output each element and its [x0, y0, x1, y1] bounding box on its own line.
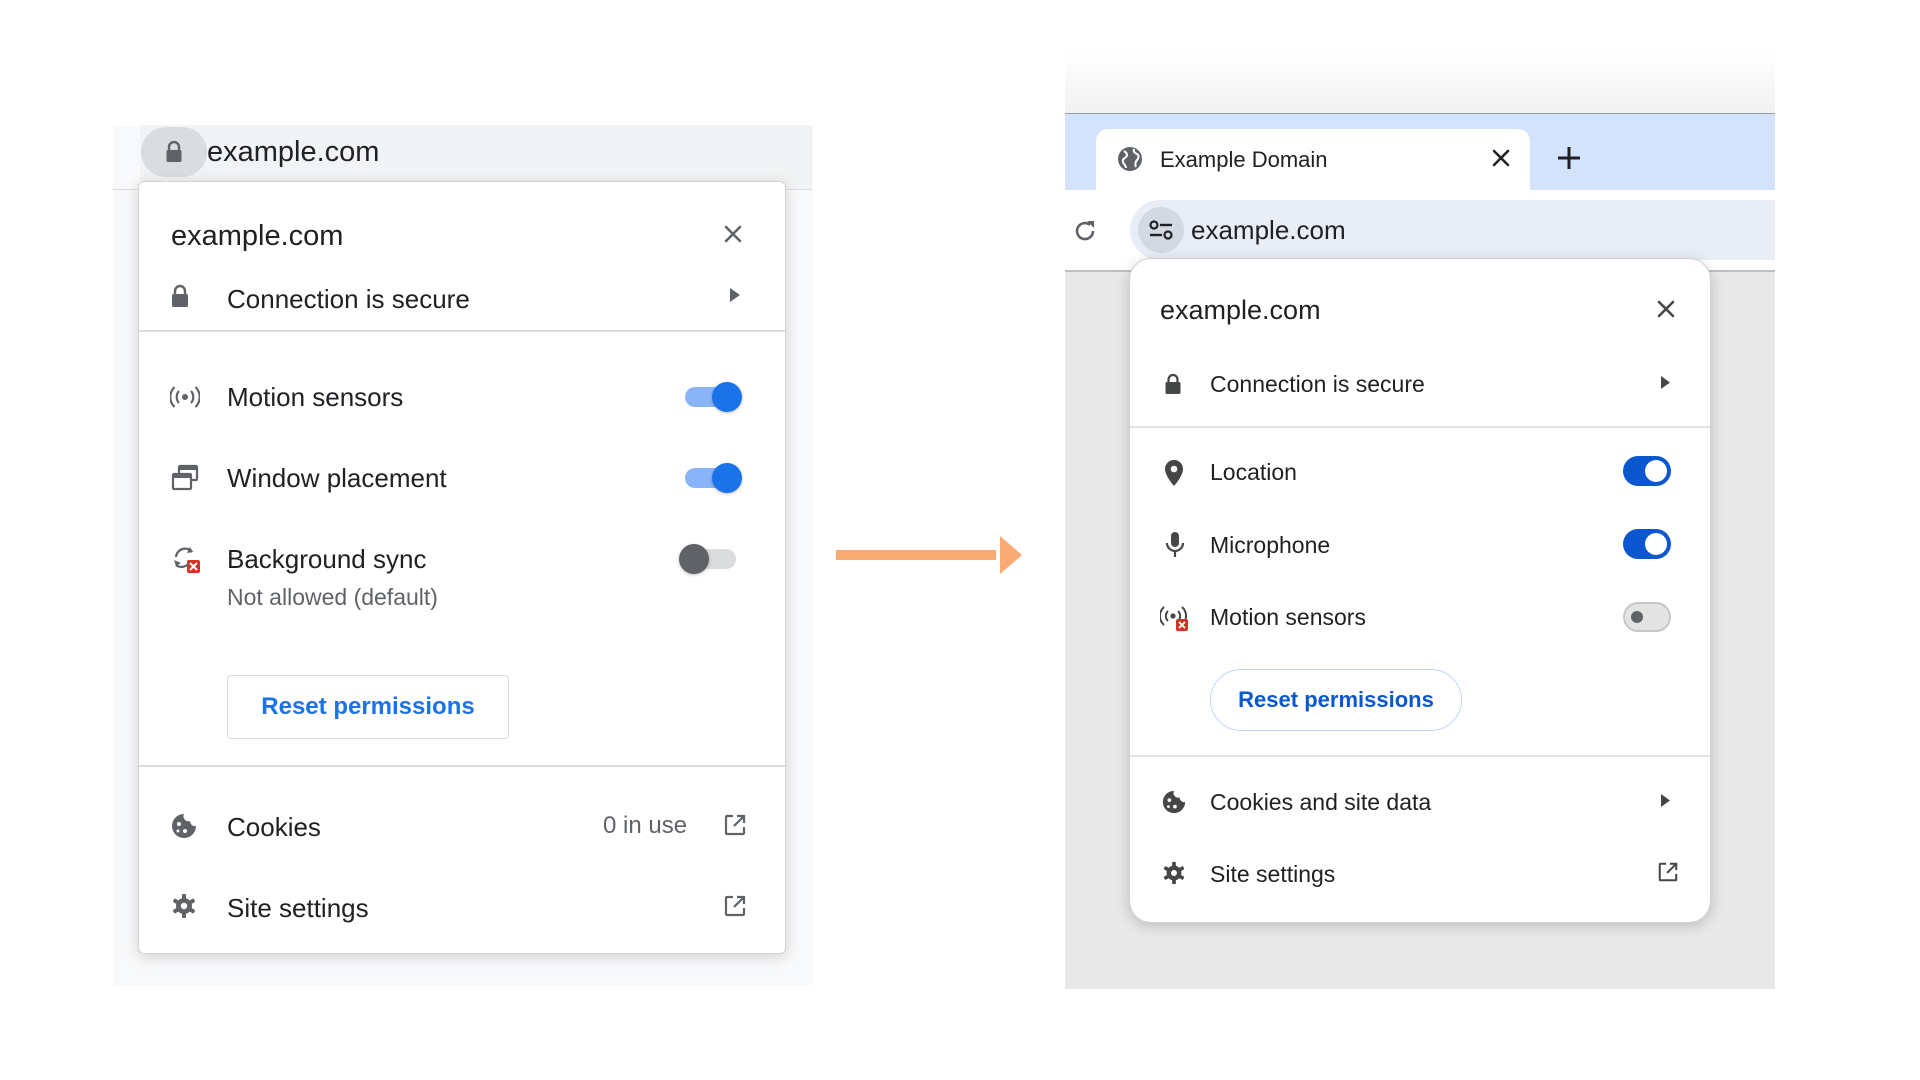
- chevron-right-icon: [1660, 793, 1671, 808]
- microphone-toggle[interactable]: [1623, 529, 1671, 559]
- new-connection-label: Connection is secure: [1210, 371, 1425, 397]
- window-placement-icon: [171, 464, 199, 492]
- external-link-icon: [723, 813, 747, 837]
- tab-example-domain[interactable]: Example Domain: [1096, 129, 1530, 190]
- old-cookies-label: Cookies: [227, 812, 321, 842]
- location-toggle[interactable]: [1623, 456, 1671, 486]
- new-permission-label: Location: [1210, 459, 1297, 485]
- old-site-settings-label: Site settings: [227, 893, 369, 923]
- lock-icon: [166, 141, 182, 162]
- new-divider: [1130, 426, 1710, 428]
- background-sync-blocked-icon: [171, 544, 201, 574]
- cookie-icon: [1161, 789, 1187, 815]
- cookie-icon: [170, 812, 198, 840]
- lock-icon: [170, 284, 190, 308]
- tab-title: Example Domain: [1160, 147, 1328, 172]
- old-cookies-count: 0 in use: [603, 812, 688, 839]
- background-sync-toggle[interactable]: [679, 541, 739, 577]
- old-page-info-bubble: example.com Connection is secure Motion …: [138, 181, 786, 954]
- new-divider: [1130, 755, 1710, 757]
- lock-icon: [1164, 373, 1182, 395]
- new-tab-plus-icon[interactable]: [1557, 146, 1581, 170]
- tune-icon: [1149, 220, 1173, 240]
- new-permission-label: Motion sensors: [1210, 604, 1366, 630]
- gear-icon: [171, 893, 197, 919]
- reload-icon[interactable]: [1072, 218, 1098, 244]
- reset-permissions-button[interactable]: Reset permissions: [1210, 669, 1462, 731]
- old-permission-label: Window placement: [227, 463, 447, 493]
- new-site-settings-label: Site settings: [1210, 861, 1336, 887]
- old-divider: [139, 765, 785, 767]
- old-permission-label: Motion sensors: [227, 382, 404, 412]
- old-permission-status: Not allowed (default): [227, 584, 438, 610]
- close-icon[interactable]: [723, 224, 743, 244]
- old-page-info-button[interactable]: [141, 127, 207, 177]
- old-permission-label: Background sync: [227, 544, 427, 574]
- globe-icon: [1116, 145, 1144, 173]
- window-placement-toggle[interactable]: [682, 460, 742, 496]
- old-url-text[interactable]: example.com: [207, 136, 379, 169]
- microphone-icon: [1165, 531, 1185, 559]
- old-bubble-title: example.com: [171, 220, 344, 252]
- reset-permissions-button[interactable]: Reset permissions: [227, 675, 509, 739]
- gear-icon: [1162, 861, 1186, 885]
- motion-sensors-blocked-icon: [1160, 603, 1190, 633]
- close-tab-icon[interactable]: [1492, 149, 1510, 167]
- old-divider: [139, 330, 785, 332]
- transition-arrow-icon: [836, 535, 1022, 575]
- old-connection-label: Connection is secure: [227, 284, 470, 314]
- new-url-text[interactable]: example.com: [1191, 215, 1346, 246]
- close-icon[interactable]: [1656, 299, 1676, 319]
- chevron-right-icon: [729, 287, 741, 303]
- external-link-icon: [1657, 861, 1679, 883]
- motion-sensors-icon: [170, 385, 200, 409]
- page-info-tune-button[interactable]: [1138, 207, 1184, 253]
- chevron-right-icon: [1660, 375, 1671, 390]
- new-bubble-title: example.com: [1160, 295, 1321, 325]
- new-page-info-bubble: example.com Connection is secure Locatio…: [1129, 258, 1711, 923]
- motion-sensors-toggle[interactable]: [1623, 602, 1671, 632]
- new-ui-top-fade: [1065, 50, 1775, 115]
- new-cookies-label: Cookies and site data: [1210, 789, 1432, 815]
- new-permission-label: Microphone: [1210, 532, 1331, 558]
- external-link-icon: [723, 894, 747, 918]
- motion-sensors-toggle[interactable]: [682, 379, 742, 415]
- location-pin-icon: [1163, 459, 1185, 487]
